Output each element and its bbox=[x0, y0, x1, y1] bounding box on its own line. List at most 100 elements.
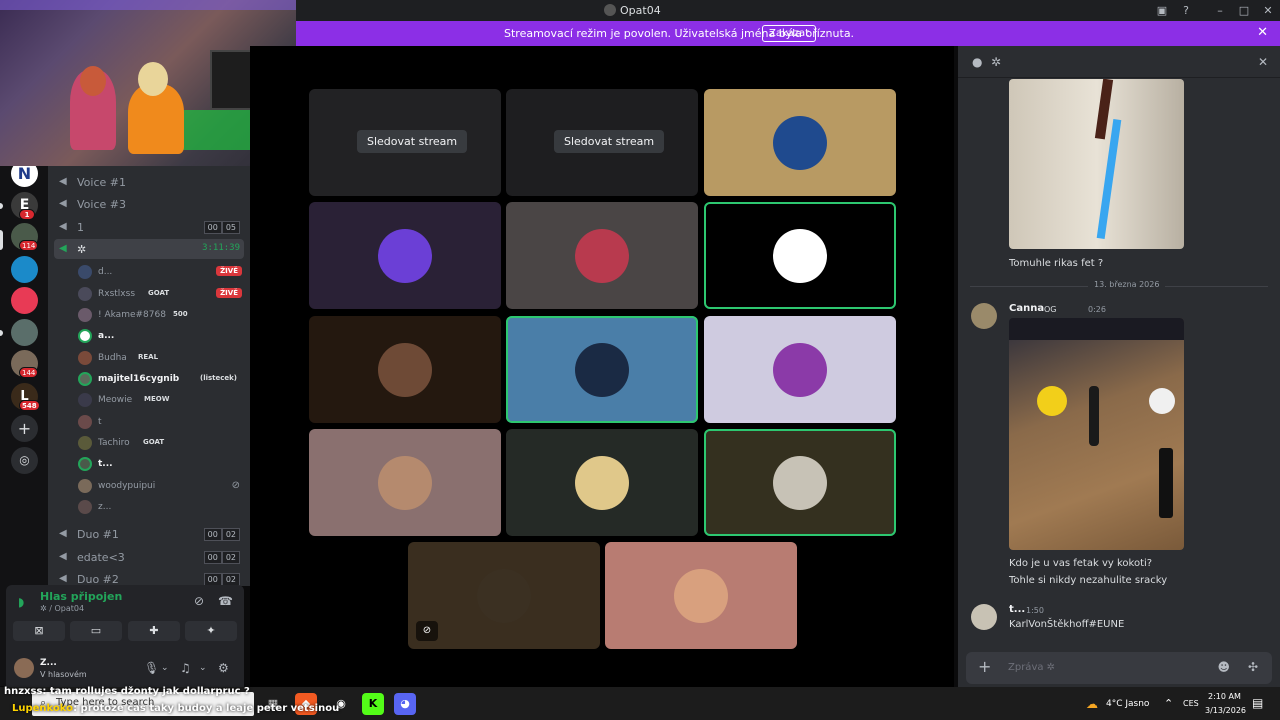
attachment-image[interactable] bbox=[1009, 318, 1184, 550]
live-badge: ŽIVĚ bbox=[216, 266, 242, 276]
server-icon[interactable] bbox=[11, 256, 38, 283]
stream-tile[interactable]: Sledovat stream bbox=[506, 89, 698, 196]
microphone-icon[interactable]: 🎙 bbox=[144, 661, 159, 675]
kick-icon[interactable]: K bbox=[362, 693, 384, 715]
emoji-icon[interactable]: ☻ bbox=[1217, 660, 1230, 674]
voice-user[interactable]: Meowie MEOW bbox=[78, 390, 246, 410]
message-input[interactable]: Zpráva ✲ bbox=[1008, 662, 1055, 673]
activities-button[interactable]: ✚ bbox=[128, 621, 180, 641]
voice-user[interactable]: Tachiro GOAT bbox=[78, 433, 246, 453]
participant-tile[interactable] bbox=[704, 429, 896, 536]
unread-badge: 548 bbox=[19, 400, 40, 411]
channel-list: ◀ Voice #1 ◀ Voice #3 ◀ 1 00 05 ◀ ✲ 3:11:39 d..… bbox=[48, 166, 250, 586]
voice-user[interactable]: t... bbox=[78, 454, 246, 474]
weather-text[interactable]: 4°C Jasno bbox=[1106, 699, 1149, 709]
participant-tile[interactable] bbox=[704, 89, 896, 196]
chevron-down-icon[interactable]: ⌄ bbox=[161, 663, 169, 673]
disable-streamer-mode-button[interactable]: Zakázat bbox=[762, 25, 817, 42]
participant-tile[interactable] bbox=[506, 316, 698, 423]
chevron-up-icon[interactable]: ⌃ bbox=[1164, 697, 1173, 710]
server-icon[interactable]: E1 bbox=[11, 192, 38, 220]
participant-tile[interactable] bbox=[309, 429, 501, 536]
voice-user[interactable]: d... ŽIVĚ bbox=[78, 262, 246, 282]
server-icon[interactable] bbox=[11, 319, 38, 346]
apps-icon[interactable]: ✣ bbox=[1248, 660, 1258, 674]
call-timer: 3:11:39 bbox=[202, 243, 240, 253]
clock-date[interactable]: 3/13/2026 bbox=[1205, 706, 1246, 715]
voice-stage: Sledovat stream Sledovat stream ⊘ bbox=[250, 46, 954, 687]
message-author[interactable]: Canna bbox=[1009, 303, 1044, 314]
participant-tile[interactable] bbox=[704, 316, 896, 423]
stream-tile[interactable]: Sledovat stream bbox=[309, 89, 501, 196]
server-icon[interactable]: 114 bbox=[11, 223, 39, 251]
server-icon[interactable]: L 548 bbox=[11, 383, 40, 411]
muted-icon: ⊘ bbox=[231, 480, 240, 491]
inbox-icon[interactable]: ▣ bbox=[1154, 3, 1170, 18]
clock-time[interactable]: 2:10 AM bbox=[1208, 692, 1241, 701]
user-count: 00 05 bbox=[203, 221, 240, 234]
noise-suppression-icon[interactable]: ⊘ bbox=[194, 594, 204, 608]
minimize-button[interactable]: – bbox=[1212, 3, 1228, 18]
message-author[interactable]: t... bbox=[1009, 604, 1025, 615]
participant-tile[interactable] bbox=[605, 542, 797, 649]
voice-channel[interactable]: ◀ Duo #1 00 02 bbox=[54, 524, 244, 544]
voice-channel[interactable]: ◀ 1 00 05 bbox=[54, 217, 244, 237]
user-tag: GOAT bbox=[143, 438, 165, 446]
disconnect-icon[interactable]: ☎ bbox=[218, 594, 233, 608]
watch-stream-button[interactable]: Sledovat stream bbox=[357, 130, 468, 153]
close-banner-icon[interactable]: ✕ bbox=[1257, 25, 1268, 40]
avatar bbox=[477, 569, 531, 623]
participant-tile[interactable] bbox=[309, 316, 501, 423]
participant-tile[interactable] bbox=[309, 202, 501, 309]
voice-user[interactable]: Budha REAL bbox=[78, 348, 246, 368]
avatar bbox=[378, 456, 432, 510]
voice-user[interactable]: majitel16cygnib (listecek) bbox=[78, 369, 246, 389]
voice-user[interactable]: z... bbox=[78, 497, 246, 517]
voice-user[interactable]: t bbox=[78, 412, 246, 432]
participant-tile[interactable] bbox=[506, 202, 698, 309]
message-timestamp: 0:26 bbox=[1088, 305, 1106, 314]
add-attachment-icon[interactable]: + bbox=[978, 657, 991, 676]
voice-user[interactable]: Rxstlxss GOAT ŽIVĚ bbox=[78, 284, 246, 304]
add-server-icon[interactable]: + bbox=[11, 415, 38, 442]
camera-off-button[interactable]: ⊠ bbox=[13, 621, 65, 641]
unread-badge: 1 bbox=[19, 209, 35, 220]
voice-user[interactable]: a... bbox=[78, 326, 246, 346]
discord-icon[interactable]: ◕ bbox=[394, 693, 416, 715]
avatar[interactable] bbox=[971, 604, 997, 630]
close-chat-icon[interactable]: ✕ bbox=[1258, 55, 1268, 69]
participant-tile[interactable]: ⊘ bbox=[408, 542, 600, 649]
help-icon[interactable]: ? bbox=[1178, 3, 1194, 18]
voice-channel-path[interactable]: ✲ / Opat04 bbox=[40, 604, 84, 613]
discover-icon[interactable]: ◎ bbox=[11, 447, 38, 474]
server-icon[interactable] bbox=[11, 287, 38, 314]
voice-channel[interactable]: ◀ edate<3 00 02 bbox=[54, 547, 244, 567]
avatar bbox=[773, 456, 827, 510]
avatar bbox=[575, 456, 629, 510]
chat-header: ● ✲ ✕ bbox=[958, 46, 1280, 78]
chevron-down-icon[interactable]: ⌄ bbox=[199, 663, 207, 673]
gear-icon[interactable]: ⚙ bbox=[218, 661, 229, 675]
soundboard-button[interactable]: ✦ bbox=[185, 621, 237, 641]
user-tag: (listecek) bbox=[200, 374, 238, 382]
language-indicator[interactable]: CES bbox=[1183, 699, 1199, 708]
avatar[interactable] bbox=[971, 303, 997, 329]
server-icon[interactable]: 144 bbox=[11, 350, 39, 378]
voice-channel[interactable]: ◀ Voice #3 bbox=[54, 194, 244, 214]
participant-tile[interactable] bbox=[704, 202, 896, 309]
headphones-icon[interactable]: ♫ bbox=[180, 661, 191, 675]
notification-icon[interactable]: ▤ bbox=[1252, 696, 1263, 710]
voice-user[interactable]: ! Akame#8768 500 bbox=[78, 305, 246, 325]
maximize-button[interactable]: □ bbox=[1236, 3, 1252, 18]
avatar[interactable] bbox=[14, 658, 34, 678]
participant-tile[interactable] bbox=[506, 429, 698, 536]
watch-stream-button[interactable]: Sledovat stream bbox=[554, 130, 665, 153]
window-title: Opat04 bbox=[620, 4, 661, 17]
signal-icon: ◗ bbox=[18, 595, 25, 609]
attachment-image[interactable] bbox=[1009, 79, 1184, 249]
voice-channel[interactable]: ◀ Voice #1 bbox=[54, 172, 244, 192]
voice-user[interactable]: woodypuipui ⊘ bbox=[78, 476, 246, 496]
screen-share-button[interactable]: ▭ bbox=[70, 621, 122, 641]
voice-channel-active[interactable]: ◀ ✲ 3:11:39 bbox=[54, 239, 244, 259]
close-window-button[interactable]: ✕ bbox=[1260, 3, 1276, 18]
